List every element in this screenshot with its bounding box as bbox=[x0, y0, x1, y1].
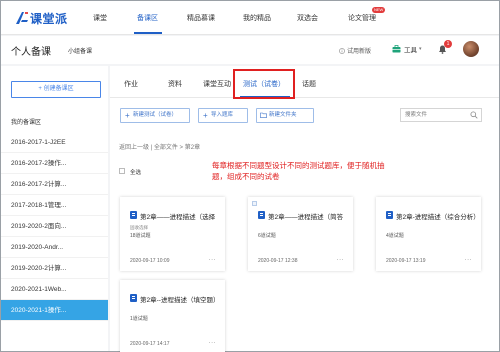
document-icon bbox=[130, 211, 137, 219]
content-tabs: 作业 资料 课堂互动 测试（试卷） 话题 bbox=[110, 66, 499, 99]
plus-icon: + bbox=[125, 111, 130, 120]
plus-icon: + bbox=[203, 111, 208, 120]
card-question-count: 4道试题 bbox=[386, 233, 404, 239]
annotation-text: 每章根据不同题型设计不同的测试题库，便于随机抽题，组成不同的试卷 bbox=[212, 161, 385, 181]
import-label: 导入题库 bbox=[211, 112, 234, 118]
select-all-label: 全选 bbox=[130, 170, 142, 176]
search-icon[interactable] bbox=[470, 111, 478, 119]
sidebar-item[interactable]: 2020-2021-1Web... bbox=[1, 279, 108, 300]
tab-class-interaction[interactable]: 课堂互动 bbox=[203, 79, 231, 89]
card-question-count: 6道试题 bbox=[258, 233, 276, 239]
new-test-button[interactable]: + 新建测试（试卷） bbox=[120, 108, 190, 123]
card-title: 第2章——进程描述（选择 bbox=[140, 214, 216, 221]
document-icon bbox=[258, 211, 265, 219]
nav-item-job-fair[interactable]: 双选会 bbox=[297, 13, 318, 23]
card-date: 2020-09-17 13:19 bbox=[386, 258, 426, 264]
sidebar-item[interactable]: 2016-2017-1-J2EE bbox=[1, 132, 108, 153]
more-options-icon[interactable]: ... bbox=[465, 255, 472, 262]
sidebar-item[interactable]: 2016-2017-2计算... bbox=[1, 174, 108, 195]
sidebar-item[interactable]: 2016-2017-2操作... bbox=[1, 153, 108, 174]
group-prep-tab[interactable]: 小组备课 bbox=[68, 46, 92, 55]
nav-item-classroom[interactable]: 课堂 bbox=[93, 13, 107, 23]
new-folder-button[interactable]: 新建文件夹 bbox=[256, 108, 314, 123]
sidebar-item[interactable]: 2019-2020-Andr... bbox=[1, 237, 108, 258]
logo-icon bbox=[16, 12, 28, 24]
info-icon bbox=[339, 47, 345, 54]
card-title: 第2章——进程描述（简答 bbox=[268, 214, 344, 221]
sidebar-item-selected[interactable]: 2020-2021-1操作... bbox=[1, 300, 108, 321]
my-prep-areas-label: 我的备课区 bbox=[11, 120, 42, 126]
more-options-icon[interactable]: ... bbox=[209, 338, 216, 345]
more-options-icon[interactable]: ... bbox=[337, 255, 344, 262]
test-card[interactable]: 第2章-进程描述（综合分析） 4道试题 2020-09-17 13:19 ... bbox=[376, 197, 481, 271]
new-badge: NEW bbox=[372, 7, 386, 13]
prep-area-list: 2016-2017-1-J2EE 2016-2017-2操作... 2016-2… bbox=[1, 132, 108, 321]
test-card[interactable]: 第2章--进程描述（填空题） 1道试题 2020-09-17 14:17 ... bbox=[120, 280, 225, 352]
trial-label: 试用新版 bbox=[347, 49, 372, 55]
new-folder-label: 新建文件夹 bbox=[269, 112, 297, 118]
search-input[interactable]: 搜索文件 bbox=[400, 108, 482, 122]
card-title: 第2章--进程描述（填空题） bbox=[140, 297, 220, 304]
top-navigation: 课堂派 课堂 备课区 精品慕课 我的精品 双选会 论文管理 NEW bbox=[1, 1, 499, 35]
sidebar: + 创建备课区 我的备课区 2016-2017-1-J2EE 2016-2017… bbox=[1, 66, 108, 351]
tab-materials[interactable]: 资料 bbox=[168, 79, 182, 89]
nav-active-indicator bbox=[134, 32, 162, 34]
page-title[interactable]: 个人备课 bbox=[11, 43, 51, 58]
card-title: 第2章-进程描述（综合分析） bbox=[396, 214, 478, 221]
create-prep-area-button[interactable]: + 创建备课区 bbox=[11, 81, 101, 98]
highlight-box bbox=[233, 69, 295, 99]
nav-item-my-premium[interactable]: 我的精品 bbox=[243, 13, 271, 23]
nav-item-mooc[interactable]: 精品慕课 bbox=[187, 13, 215, 23]
card-date: 2020-09-17 14:17 bbox=[130, 341, 170, 347]
import-question-bank-button[interactable]: + 导入题库 bbox=[198, 108, 248, 123]
sidebar-item[interactable]: 2019-2020-2面向... bbox=[1, 216, 108, 237]
card-question-count: 1道试题 bbox=[130, 316, 148, 322]
trial-new-version-link[interactable]: 试用新版 bbox=[339, 46, 371, 55]
avatar[interactable] bbox=[463, 41, 479, 57]
nav-item-thesis[interactable]: 论文管理 bbox=[348, 13, 376, 23]
document-icon bbox=[386, 211, 393, 219]
tools-menu[interactable]: 工具 ▾ bbox=[392, 44, 422, 54]
sidebar-item[interactable]: 2019-2020-2计算... bbox=[1, 258, 108, 279]
more-options-icon[interactable]: ... bbox=[209, 255, 216, 262]
card-date: 2020-09-17 10:09 bbox=[130, 258, 170, 264]
select-all-checkbox[interactable] bbox=[119, 168, 125, 174]
search-placeholder: 搜索文件 bbox=[405, 112, 428, 118]
new-test-label: 新建测试（试卷） bbox=[133, 112, 178, 118]
logo-text: 课堂派 bbox=[30, 11, 68, 26]
card-question-count: 18道试题 bbox=[130, 233, 151, 239]
test-card[interactable]: 第2章——进程描述（简答 6道试题 2020-09-17 12:38 ... bbox=[248, 197, 353, 271]
document-icon bbox=[130, 294, 137, 302]
tools-label: 工具 bbox=[404, 47, 417, 54]
test-card[interactable]: 第2章——进程描述（选择 固收选择 18道试题 2020-09-17 10:09… bbox=[120, 197, 225, 271]
main-content: 作业 资料 课堂互动 测试（试卷） 话题 + 新建测试（试卷） + 导入题库 新… bbox=[110, 66, 499, 352]
sidebar-item[interactable]: 2017-2018-1管理... bbox=[1, 195, 108, 216]
nav-item-lesson-prep[interactable]: 备课区 bbox=[137, 13, 158, 23]
tab-topics[interactable]: 话题 bbox=[302, 79, 316, 89]
tab-homework[interactable]: 作业 bbox=[124, 79, 138, 89]
breadcrumb[interactable]: 返回上一级 | 全部文件 > 第2章 bbox=[119, 142, 200, 151]
card-type: 固收选择 bbox=[130, 225, 148, 230]
chevron-down-icon: ▾ bbox=[419, 46, 422, 52]
card-checkbox[interactable] bbox=[252, 201, 257, 206]
card-date: 2020-09-17 12:38 bbox=[258, 258, 298, 264]
notification-count-badge: 1 bbox=[444, 40, 452, 48]
logo[interactable]: 课堂派 bbox=[15, 10, 68, 26]
sub-header: 个人备课 小组备课 试用新版 工具 ▾ 1 bbox=[1, 36, 499, 64]
folder-icon bbox=[260, 112, 267, 118]
toolbox-icon bbox=[392, 45, 401, 53]
